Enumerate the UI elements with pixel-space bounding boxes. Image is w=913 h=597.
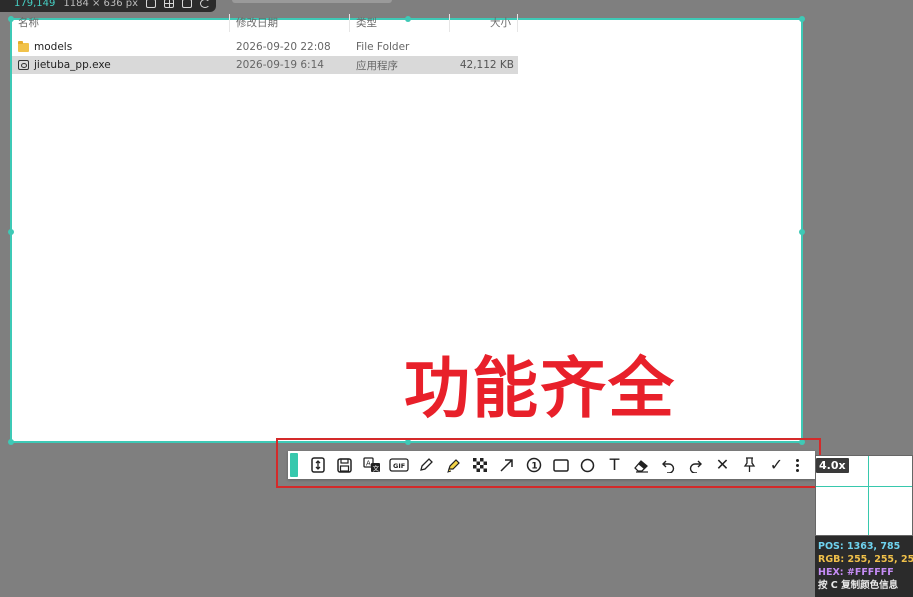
explorer-header: 名称 修改日期 类型 大小 bbox=[12, 14, 532, 32]
rectangle-icon[interactable] bbox=[549, 453, 573, 477]
address-bar-fragment bbox=[232, 0, 392, 3]
arrow-icon[interactable] bbox=[495, 453, 519, 477]
file-size: 42,112 KB bbox=[459, 59, 514, 71]
folder-icon bbox=[18, 40, 29, 52]
svg-text:文: 文 bbox=[372, 464, 379, 473]
svg-text:A: A bbox=[366, 460, 371, 468]
pixel-hex: HEX: #FFFFFF bbox=[818, 567, 894, 578]
redo-icon[interactable] bbox=[684, 453, 708, 477]
selection-coords: 179,149 bbox=[14, 0, 56, 9]
crosshair-vertical bbox=[868, 456, 869, 535]
undo-icon[interactable] bbox=[657, 453, 681, 477]
resize-handle-bl[interactable] bbox=[8, 439, 14, 445]
mosaic-icon[interactable] bbox=[468, 453, 492, 477]
copy-color-tip: 按 C 复制颜色信息 bbox=[818, 580, 899, 591]
pen-icon[interactable] bbox=[414, 453, 438, 477]
close-icon[interactable]: ✕ bbox=[711, 453, 735, 477]
crosshair-horizontal bbox=[816, 486, 912, 487]
file-type: 应用程序 bbox=[356, 59, 398, 72]
fullscreen-icon[interactable] bbox=[146, 0, 157, 8]
feature-headline: 功能齐全 bbox=[404, 350, 676, 427]
file-name: jietuba_pp.exe bbox=[34, 59, 111, 71]
toolbar-drag-handle[interactable] bbox=[290, 453, 298, 477]
column-size: 大小 bbox=[450, 14, 518, 32]
grid-icon[interactable] bbox=[164, 0, 175, 8]
highlighter-icon[interactable] bbox=[441, 453, 465, 477]
translate-icon[interactable]: A文 bbox=[360, 453, 384, 477]
file-date: 2026-09-20 22:08 bbox=[236, 41, 331, 53]
file-name: models bbox=[34, 41, 73, 53]
ellipse-icon[interactable] bbox=[576, 453, 600, 477]
more-options-icon[interactable] bbox=[794, 458, 800, 472]
svg-text:1: 1 bbox=[531, 462, 537, 472]
number-icon[interactable]: 1 bbox=[522, 453, 546, 477]
exe-icon bbox=[18, 60, 29, 70]
column-type: 类型 bbox=[350, 14, 450, 32]
resize-handle-tr[interactable] bbox=[799, 16, 805, 22]
save-icon[interactable] bbox=[333, 453, 357, 477]
resize-handle-ml[interactable] bbox=[8, 229, 14, 235]
eraser-icon[interactable] bbox=[630, 453, 654, 477]
cursor-position: POS: 1363, 785 bbox=[818, 541, 901, 552]
resize-handle-tl[interactable] bbox=[8, 16, 14, 22]
column-name: 名称 bbox=[12, 14, 230, 32]
annotation-toolbar: A文 GIF 1 T ✕ ✓ bbox=[288, 451, 815, 479]
file-date: 2026-09-19 6:14 bbox=[236, 59, 324, 71]
pixel-rgb: RGB: 255, 255, 255 bbox=[818, 554, 913, 565]
gif-icon[interactable]: GIF bbox=[387, 453, 411, 477]
selection-size: 1184 × 636 px bbox=[63, 0, 139, 9]
zoom-level: 4.0x bbox=[816, 458, 849, 473]
column-date: 修改日期 bbox=[230, 14, 350, 32]
file-explorer-content: 名称 修改日期 类型 大小 models 2026-09-20 22:08 Fi… bbox=[12, 14, 532, 74]
long-screenshot-icon[interactable] bbox=[306, 453, 330, 477]
file-type: File Folder bbox=[356, 41, 410, 53]
refresh-icon[interactable] bbox=[200, 0, 211, 8]
pin-icon[interactable] bbox=[738, 453, 762, 477]
resize-handle-mr[interactable] bbox=[799, 229, 805, 235]
confirm-icon[interactable]: ✓ bbox=[765, 453, 789, 477]
file-row-selected: jietuba_pp.exe 2026-09-19 6:14 应用程序 42,1… bbox=[12, 56, 518, 74]
file-row: models 2026-09-20 22:08 File Folder bbox=[12, 38, 532, 56]
pixel-info-panel: POS: 1363, 785 RGB: 255, 255, 255 HEX: #… bbox=[815, 536, 913, 597]
text-icon[interactable]: T bbox=[603, 453, 627, 477]
selection-size-indicator: 179,149 1184 × 636 px bbox=[0, 0, 217, 12]
window-icon[interactable] bbox=[182, 0, 193, 8]
resize-handle-tc[interactable] bbox=[405, 16, 411, 22]
svg-text:GIF: GIF bbox=[393, 462, 405, 470]
